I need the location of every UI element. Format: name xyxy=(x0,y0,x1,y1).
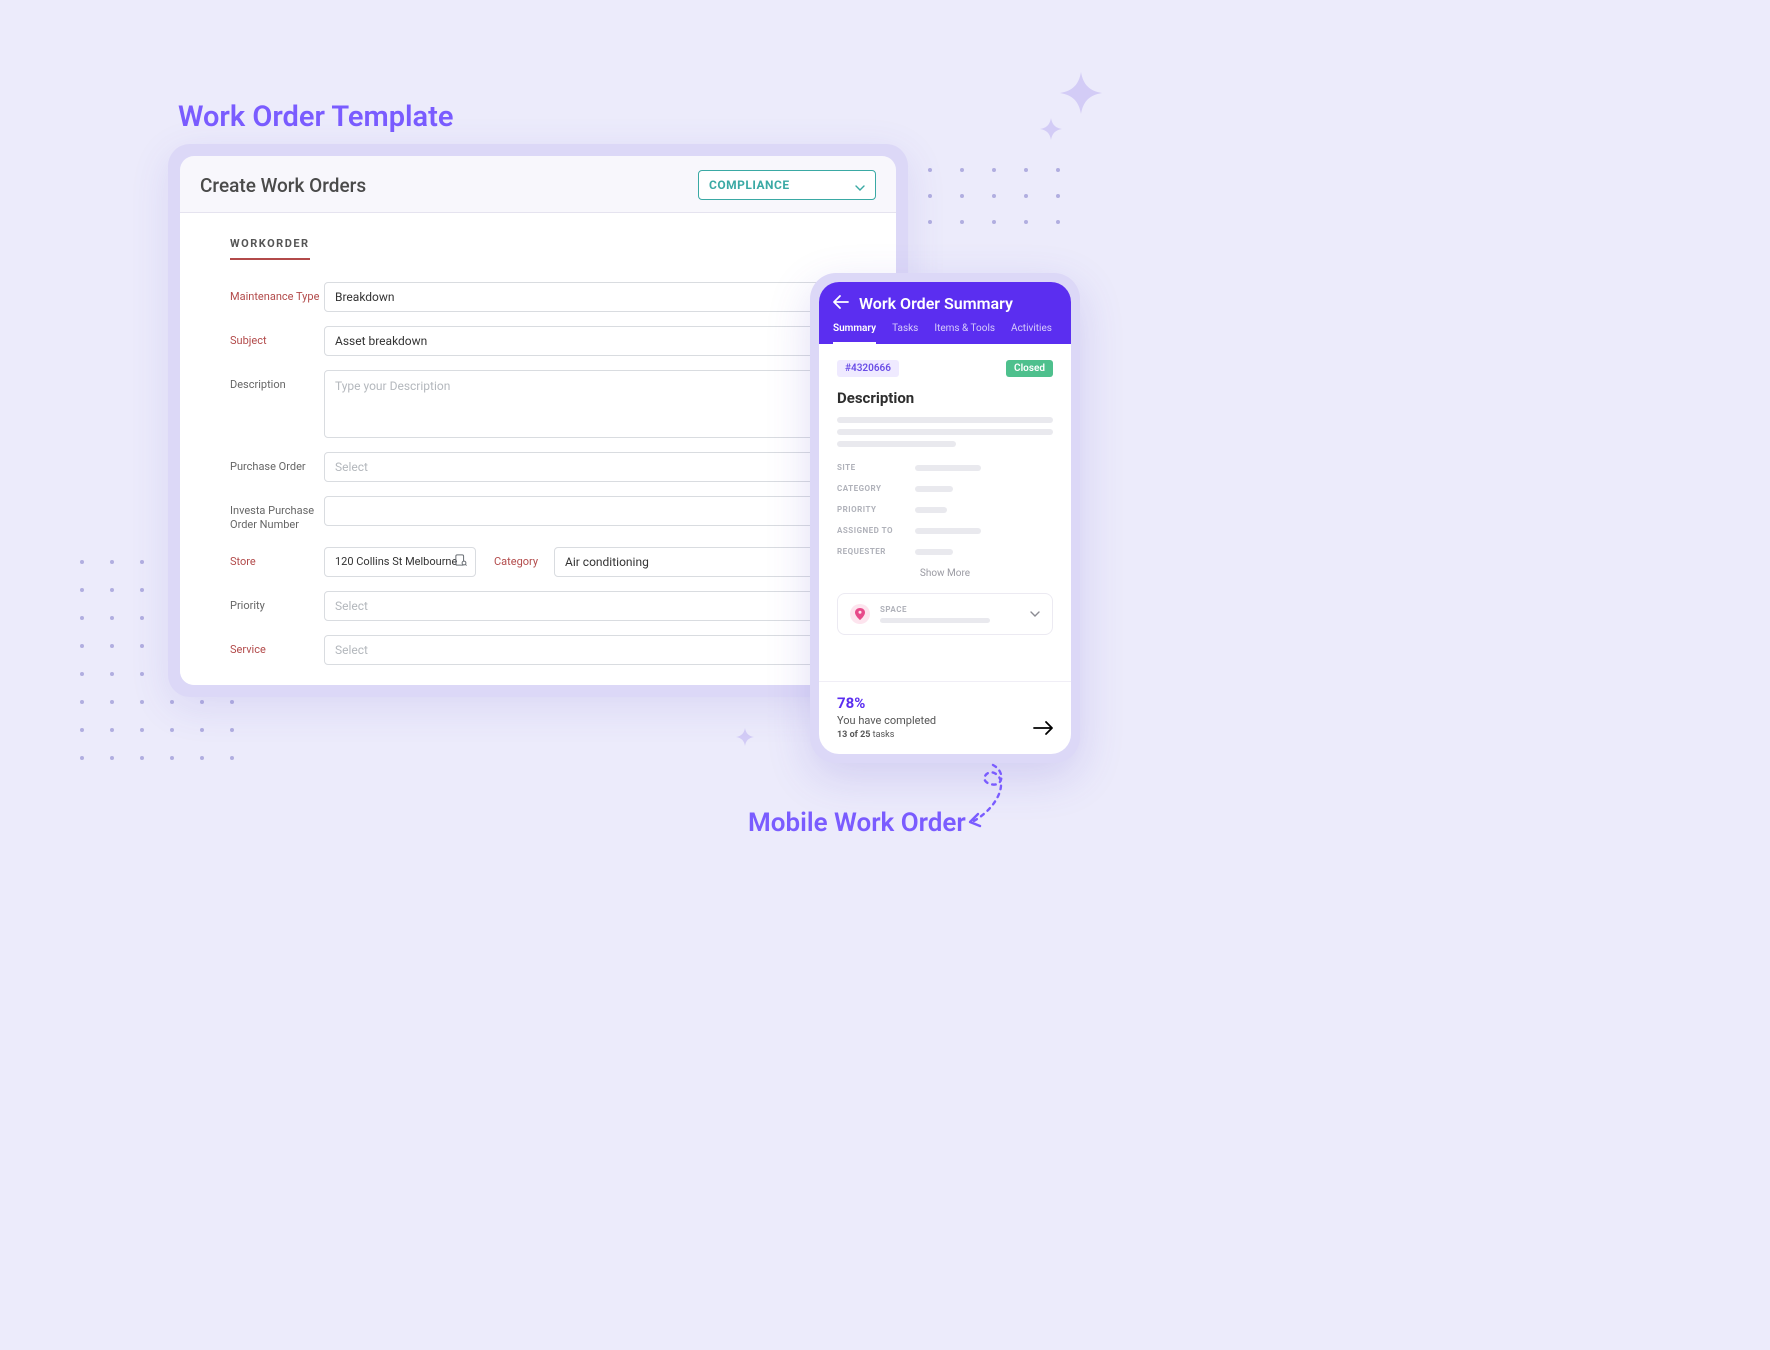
label-category: Category xyxy=(494,547,554,569)
arrow-right-icon[interactable] xyxy=(1033,719,1053,740)
curly-arrow-icon xyxy=(958,760,1018,839)
purchase-order-lookup[interactable]: Select xyxy=(324,452,860,482)
section-title-desktop: Work Order Template xyxy=(178,100,453,134)
label-investa-po: Investa Purchase Order Number xyxy=(230,496,324,533)
skeleton-line xyxy=(915,528,981,534)
label-maintenance-type: Maintenance Type xyxy=(230,282,324,304)
skeleton-line xyxy=(880,618,990,623)
description-textarea[interactable]: Type your Description xyxy=(324,370,860,438)
priority-select[interactable]: Select xyxy=(324,591,860,621)
mobile-header: Work Order Summary Summary Tasks Items &… xyxy=(819,282,1071,344)
section-title-mobile: Mobile Work Order xyxy=(748,808,966,838)
maintenance-type-select[interactable]: Breakdown xyxy=(324,282,860,312)
tab-summary[interactable]: Summary xyxy=(833,323,876,344)
service-lookup[interactable]: Select xyxy=(324,635,860,665)
meta-label-priority: PRIORITY xyxy=(837,505,915,514)
skeleton-line xyxy=(915,507,947,513)
progress-text: You have completed xyxy=(837,714,936,727)
desktop-title: Create Work Orders xyxy=(200,174,366,197)
skeleton-line xyxy=(915,486,953,492)
label-store: Store xyxy=(230,547,324,569)
sparkle-icon xyxy=(1060,72,1102,114)
skeleton-line xyxy=(915,549,953,555)
subject-input[interactable]: Asset breakdown xyxy=(324,326,860,356)
label-description: Description xyxy=(230,370,324,392)
store-lookup[interactable]: 120 Collins St Melbourne xyxy=(324,547,476,577)
desktop-card: Create Work Orders COMPLIANCE WORKORDER … xyxy=(168,144,908,697)
dot-grid xyxy=(928,168,1060,224)
meta-label-site: SITE xyxy=(837,463,915,472)
show-more-link[interactable]: Show More xyxy=(837,568,1053,579)
label-priority: Priority xyxy=(230,591,324,613)
skeleton-line xyxy=(837,441,956,447)
mobile-card: Work Order Summary Summary Tasks Items &… xyxy=(810,273,1080,763)
tab-items-tools[interactable]: Items & Tools xyxy=(934,323,995,344)
skeleton-line xyxy=(915,465,981,471)
location-pin-icon xyxy=(850,604,870,624)
tab-tasks[interactable]: Tasks xyxy=(892,323,918,344)
space-label: SPACE xyxy=(880,605,990,614)
tab-workorder[interactable]: WORKORDER xyxy=(230,237,310,260)
workorder-id-badge: #4320666 xyxy=(837,360,899,377)
space-card[interactable]: SPACE xyxy=(837,593,1053,635)
desktop-header: Create Work Orders COMPLIANCE xyxy=(180,156,896,213)
status-badge: Closed xyxy=(1006,360,1053,377)
progress-section: 78% You have completed 13 of 25 tasks xyxy=(819,681,1071,754)
lookup-icon xyxy=(455,554,467,569)
label-subject: Subject xyxy=(230,326,324,348)
progress-subtext: 13 of 25 tasks xyxy=(837,730,936,740)
meta-label-assigned-to: ASSIGNED TO xyxy=(837,526,915,535)
progress-percent: 78% xyxy=(837,694,936,712)
mobile-tabs: Summary Tasks Items & Tools Activities xyxy=(833,323,1057,344)
chevron-down-icon xyxy=(1030,609,1040,620)
meta-label-requester: REQUESTER xyxy=(837,547,915,556)
chevron-down-icon xyxy=(855,176,865,195)
skeleton-line xyxy=(837,429,1053,435)
tab-bar: WORKORDER xyxy=(230,237,860,260)
back-arrow-icon[interactable] xyxy=(833,294,849,313)
label-service: Service xyxy=(230,635,324,657)
description-heading: Description xyxy=(837,389,1053,407)
meta-label-category: CATEGORY xyxy=(837,484,915,493)
compliance-label: COMPLIANCE xyxy=(709,178,790,192)
mobile-title: Work Order Summary xyxy=(859,294,1013,313)
label-purchase-order: Purchase Order xyxy=(230,452,324,474)
sparkle-icon xyxy=(1040,118,1062,140)
investa-po-input[interactable] xyxy=(324,496,860,526)
sparkle-icon xyxy=(736,728,754,746)
compliance-dropdown[interactable]: COMPLIANCE xyxy=(698,170,876,200)
tab-activities[interactable]: Activities xyxy=(1011,323,1052,344)
skeleton-line xyxy=(837,417,1053,423)
